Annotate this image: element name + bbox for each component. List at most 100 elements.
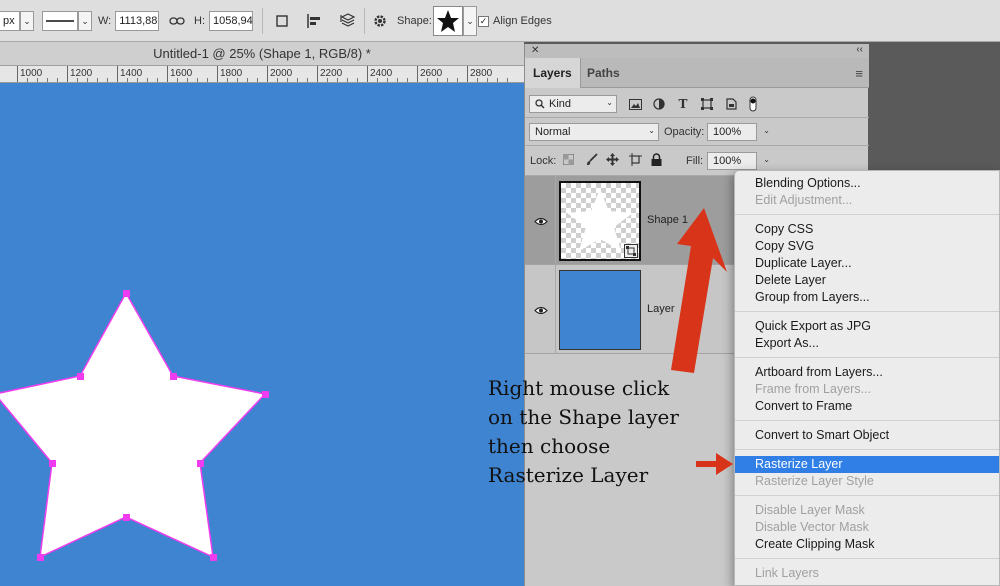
ruler-minor-tick (427, 78, 428, 82)
menu-separator (735, 311, 999, 312)
menu-item-copy-css[interactable]: Copy CSS (735, 221, 999, 238)
document-tab[interactable]: Untitled-1 @ 25% (Shape 1, RGB/8) * (0, 42, 524, 66)
menu-item-copy-svg[interactable]: Copy SVG (735, 238, 999, 255)
smart-object-filter-icon[interactable] (723, 96, 739, 112)
blend-mode-select[interactable]: Normal ⌄ (529, 123, 659, 141)
menu-item-convert-to-smart-object[interactable]: Convert to Smart Object (735, 427, 999, 444)
menu-separator (735, 495, 999, 496)
align-edges-label: Align Edges (493, 15, 552, 27)
ruler-minor-tick (377, 78, 378, 82)
menu-item-duplicate-layer[interactable]: Duplicate Layer... (735, 255, 999, 272)
ruler-minor-tick (287, 78, 288, 82)
blend-row: Normal ⌄ Opacity: 100% ⌄ (525, 118, 869, 146)
collapse-icon[interactable]: ‹‹ (856, 44, 863, 55)
eye-icon[interactable] (531, 214, 551, 228)
options-bar: px ⌄ ⌄ W: 1113,88 H: 1058,94 Shape: ⌄ ✓ (0, 0, 1000, 42)
lock-transparent-icon[interactable] (562, 153, 575, 168)
width-group: W: 1113,88 (98, 11, 160, 31)
menu-item-blending-options[interactable]: Blending Options... (735, 175, 999, 192)
ruler-minor-tick (457, 78, 458, 82)
eye-icon[interactable] (531, 303, 551, 317)
ruler-minor-tick (77, 78, 78, 82)
star-path[interactable] (0, 291, 267, 559)
canvas[interactable] (0, 83, 524, 586)
gear-icon[interactable] (370, 11, 390, 31)
menu-item-quick-export-as-jpg[interactable]: Quick Export as JPG (735, 318, 999, 335)
opacity-input[interactable]: 100% ⌄ (707, 123, 770, 141)
checkbox-checked-icon[interactable]: ✓ (478, 15, 489, 27)
height-input[interactable]: 1058,94 (209, 11, 253, 31)
stroke-type-select[interactable]: ⌄ (42, 11, 92, 31)
star-shape[interactable] (0, 83, 524, 586)
ruler-minor-tick (257, 78, 258, 82)
filter-row: Kind ⌄ (525, 88, 869, 118)
close-icon[interactable]: ✕ (531, 45, 539, 56)
path-operations-icon[interactable] (272, 11, 292, 31)
ruler-minor-tick (197, 78, 198, 82)
type-filter-icon[interactable]: T (675, 96, 691, 112)
ruler-label: 2800 (470, 68, 493, 79)
width-input[interactable]: 1113,88 (115, 11, 160, 31)
panel-menu-icon[interactable]: ≡ (855, 66, 863, 81)
context-menu: Blending Options... Edit Adjustment... Cop… (734, 170, 1000, 586)
ruler-label: 2400 (370, 68, 393, 79)
height-group: H: 1058,94 (194, 11, 253, 31)
search-icon (535, 99, 545, 109)
lock-brush-icon[interactable] (585, 153, 598, 169)
menu-item-delete-layer[interactable]: Delete Layer (735, 272, 999, 289)
chevron-down-icon: ⌄ (648, 126, 655, 135)
tab-layers[interactable]: Layers (525, 58, 581, 88)
layer-thumbnail (559, 181, 641, 261)
shape-filter-icon[interactable] (699, 96, 715, 112)
ruler-minor-tick (487, 78, 488, 82)
horizontal-ruler[interactable]: 1000 1200 1400 1600 1800 2000 2200 2400 2600 2800 (0, 66, 524, 83)
adjustment-filter-icon[interactable] (651, 96, 667, 112)
lock-all-icon[interactable] (651, 153, 662, 169)
chevron-down-icon: ⌄ (20, 11, 34, 31)
ruler-minor-tick (187, 78, 188, 82)
filter-kind-select[interactable]: Kind ⌄ (529, 95, 617, 113)
stroke-unit-select[interactable]: px ⌄ (0, 11, 34, 31)
menu-separator (735, 449, 999, 450)
menu-item-create-clipping-mask[interactable]: Create Clipping Mask (735, 536, 999, 553)
ruler-label: 1400 (120, 68, 143, 79)
ruler-minor-tick (347, 78, 348, 82)
menu-item-convert-to-frame[interactable]: Convert to Frame (735, 398, 999, 415)
ruler-minor-tick (337, 78, 338, 82)
path-arrangement-icon[interactable] (337, 11, 357, 31)
menu-separator (735, 558, 999, 559)
ruler-minor-tick (247, 78, 248, 82)
path-alignment-icon[interactable] (304, 11, 324, 31)
divider (555, 176, 556, 264)
menu-item-rasterize-layer[interactable]: Rasterize Layer (735, 456, 999, 473)
link-icon[interactable] (167, 11, 187, 31)
ruler-minor-tick (157, 78, 158, 82)
menu-separator (735, 214, 999, 215)
layer-name[interactable]: Layer (647, 303, 675, 315)
shape-picker[interactable]: ⌄ (433, 6, 477, 36)
fill-input[interactable]: 100% ⌄ (707, 152, 770, 170)
divider (262, 8, 263, 34)
layer-name[interactable]: Shape 1 (647, 214, 688, 226)
chevron-down-icon: ⌄ (463, 6, 477, 36)
stroke-line-preview (42, 11, 78, 31)
menu-item-group-from-layers[interactable]: Group from Layers... (735, 289, 999, 306)
menu-item-edit-adjustment: Edit Adjustment... (755, 193, 853, 207)
pixel-filter-icon[interactable] (627, 96, 643, 112)
menu-item-export-as[interactable]: Export As... (735, 335, 999, 352)
ruler-minor-tick (357, 78, 358, 82)
ruler-label: 2200 (320, 68, 343, 79)
lock-artboard-icon[interactable] (629, 153, 642, 169)
tab-paths[interactable]: Paths (579, 58, 628, 88)
align-edges-option[interactable]: ✓ Align Edges (478, 15, 552, 27)
ruler-minor-tick (277, 78, 278, 82)
menu-item-disable-layer-mask: Disable Layer Mask (755, 503, 865, 517)
ruler-minor-tick (327, 78, 328, 82)
fill-value: 100% (713, 155, 742, 167)
menu-item-artboard-from-layers[interactable]: Artboard from Layers... (735, 364, 999, 381)
filter-toggle-icon[interactable] (745, 96, 761, 112)
opacity-value: 100% (713, 126, 742, 138)
shape-label: Shape: (397, 15, 432, 27)
ruler-label: 2600 (420, 68, 443, 79)
lock-move-icon[interactable] (606, 153, 619, 169)
